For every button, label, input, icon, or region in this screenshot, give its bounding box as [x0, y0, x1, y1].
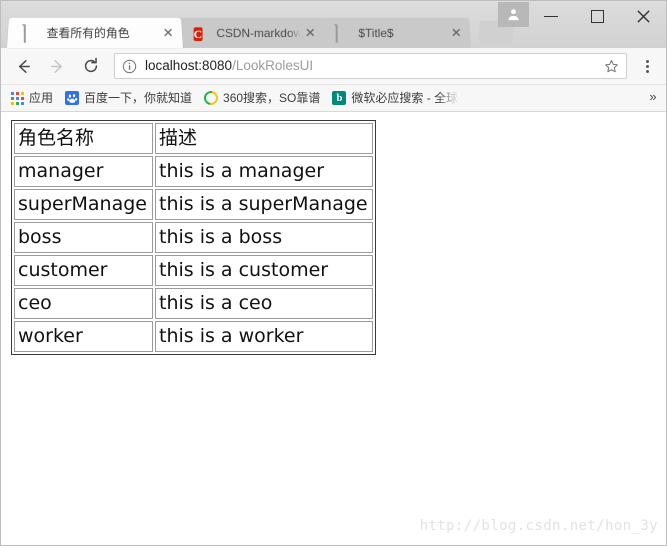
bookmark-bing-search[interactable]: b 微软必应搜索 - 全球搜	[327, 88, 464, 108]
apps-grid-icon	[11, 91, 24, 105]
tabs-container: 查看所有的角色 ✕ C CSDN-markdown ✕ $Title$ ✕	[7, 15, 471, 48]
tab-title: 查看所有的角色	[46, 25, 130, 40]
bookmark-baidu[interactable]: 百度一下，你就知道	[60, 88, 197, 108]
bookmark-label: 微软必应搜索 - 全球搜	[351, 91, 460, 105]
minimize-button[interactable]	[528, 1, 574, 31]
tab-title-placeholder[interactable]: $Title$ ✕	[319, 17, 471, 48]
maximize-button[interactable]	[574, 1, 620, 31]
tab-close-button[interactable]: ✕	[446, 23, 466, 43]
info-circle-icon[interactable]	[122, 59, 138, 74]
baidu-icon	[65, 91, 80, 105]
bookmarks-overflow-button[interactable]: »	[644, 88, 662, 106]
cell-role-description: this is a worker	[155, 321, 373, 352]
tab-strip: 查看所有的角色 ✕ C CSDN-markdown ✕ $Title$ ✕	[1, 1, 666, 48]
cell-role-description: this is a manager	[155, 156, 373, 187]
bookmark-360-search[interactable]: 360搜索，SO靠谱	[199, 88, 325, 108]
table-header-description: 描述	[155, 123, 373, 154]
tab-csdn-markdown[interactable]: C CSDN-markdown ✕	[177, 17, 325, 48]
cell-role-description: this is a boss	[155, 222, 373, 253]
close-window-button[interactable]	[620, 1, 666, 31]
csdn-icon: C	[193, 26, 203, 41]
bookmark-star-icon[interactable]	[602, 59, 620, 74]
browser-toolbar: localhost:8080/LookRolesUI	[1, 48, 666, 85]
cell-role-name: customer	[14, 255, 153, 286]
tab-title: CSDN-markdown	[216, 25, 301, 40]
reload-button[interactable]	[75, 51, 107, 81]
table-row: boss this is a boss	[14, 222, 373, 253]
url-host: localhost:8080	[145, 58, 233, 73]
tab-title: $Title$	[358, 25, 394, 40]
cell-role-description: this is a superManage	[155, 189, 373, 220]
browser-window: 查看所有的角色 ✕ C CSDN-markdown ✕ $Title$ ✕ lo…	[0, 0, 667, 546]
bookmark-label: 应用	[29, 91, 54, 105]
table-row: superManage this is a superManage	[14, 189, 373, 220]
cell-role-description: this is a ceo	[155, 288, 373, 319]
cell-role-name: ceo	[14, 288, 153, 319]
360-search-icon	[201, 88, 221, 108]
bookmarks-bar: 应用 百度一下，你就知道 360搜索，SO靠谱 b 微软必应搜索 - 全球搜 »	[1, 85, 666, 112]
table-row: customer this is a customer	[14, 255, 373, 286]
bing-icon: b	[332, 91, 347, 105]
back-button[interactable]	[7, 51, 39, 81]
cell-role-name: superManage	[14, 189, 153, 220]
cell-role-name: manager	[14, 156, 153, 187]
url-path: /LookRolesUI	[232, 58, 314, 73]
bookmark-apps[interactable]: 应用	[6, 88, 58, 108]
cell-role-description: this is a customer	[155, 255, 373, 286]
tab-close-button[interactable]: ✕	[300, 23, 320, 43]
chrome-menu-button[interactable]	[633, 52, 661, 80]
window-controls	[528, 1, 666, 31]
bookmark-label: 百度一下，你就知道	[84, 91, 193, 105]
address-bar[interactable]: localhost:8080/LookRolesUI	[114, 53, 627, 79]
tab-close-button[interactable]: ✕	[158, 23, 178, 43]
table-header-role-name: 角色名称	[14, 123, 153, 154]
url-text[interactable]: localhost:8080/LookRolesUI	[145, 57, 602, 75]
forward-button	[41, 51, 73, 81]
tab-view-all-roles[interactable]: 查看所有的角色 ✕	[7, 17, 183, 48]
table-row: ceo this is a ceo	[14, 288, 373, 319]
roles-table: 角色名称 描述 manager this is a manager superM…	[11, 120, 376, 355]
cell-role-name: boss	[14, 222, 153, 253]
table-header-row: 角色名称 描述	[14, 123, 373, 154]
document-icon	[335, 23, 352, 43]
document-icon	[23, 23, 40, 43]
page-content: 角色名称 描述 manager this is a manager superM…	[1, 112, 666, 545]
watermark-text: http://blog.csdn.net/hon_3y	[419, 518, 658, 534]
table-body: 角色名称 描述 manager this is a manager superM…	[14, 123, 373, 352]
bookmark-label: 360搜索，SO靠谱	[223, 91, 321, 105]
table-row: worker this is a worker	[14, 321, 373, 352]
cell-role-name: worker	[14, 321, 153, 352]
table-row: manager this is a manager	[14, 156, 373, 187]
profile-avatar-icon[interactable]	[498, 2, 529, 27]
